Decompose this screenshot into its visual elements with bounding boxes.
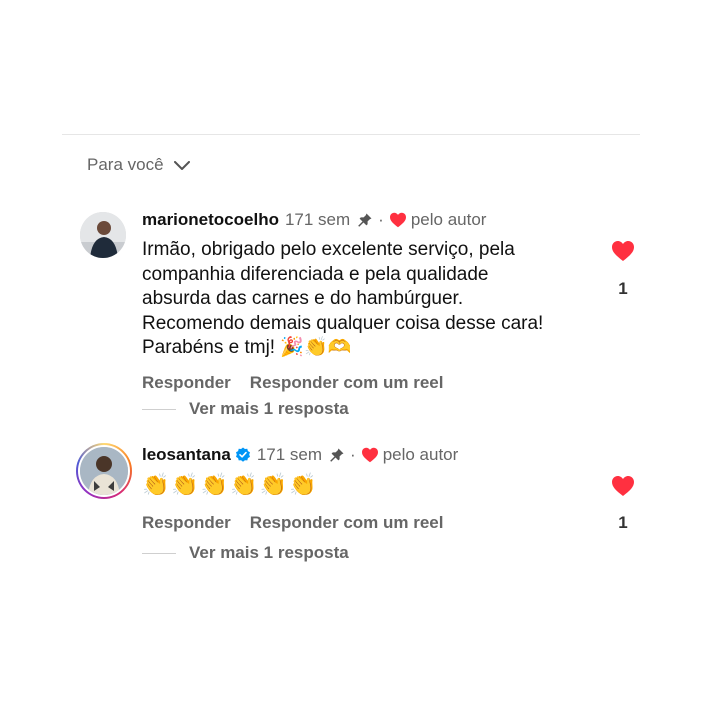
avatar-image	[80, 212, 126, 258]
filter-label: Para você	[87, 155, 164, 174]
verified-badge-icon	[235, 447, 250, 462]
pin-icon	[358, 213, 372, 227]
comment-sort-filter[interactable]: Para você	[87, 155, 190, 175]
pin-icon	[330, 448, 344, 462]
comment-header: leosantana 171 sem · pelo autor	[142, 445, 458, 465]
heart-icon[interactable]	[611, 475, 635, 497]
liked-by-author-label: pelo autor	[382, 445, 459, 464]
separator-dot: ·	[350, 445, 356, 464]
comment-time: 171 sem	[256, 445, 323, 464]
avatar[interactable]	[80, 212, 126, 258]
reply-button[interactable]: Responder	[142, 513, 231, 533]
comment-time: 171 sem	[284, 210, 351, 229]
comment-header: marionetocoelho 171 sem · pelo autor	[142, 210, 486, 230]
heart-icon	[389, 212, 406, 228]
view-replies-button[interactable]: Ver mais 1 resposta	[142, 543, 349, 563]
like-count: 1	[618, 513, 628, 532]
separator-dot: ·	[378, 210, 384, 229]
view-replies-label: Ver mais 1 resposta	[189, 399, 349, 418]
heart-icon[interactable]	[611, 240, 635, 262]
comment-text: Irmão, obrigado pelo excelente serviço, …	[142, 239, 544, 358]
chevron-down-icon	[173, 161, 190, 170]
top-divider	[62, 134, 640, 135]
liked-by-author-label: pelo autor	[410, 210, 487, 229]
username[interactable]: marionetocoelho	[142, 210, 279, 230]
reply-with-reel-button[interactable]: Responder com um reel	[250, 513, 444, 533]
like-count: 1	[618, 279, 628, 298]
comment-actions: Responder Responder com um reel	[142, 513, 443, 533]
replies-line	[142, 408, 176, 410]
view-replies-button[interactable]: Ver mais 1 resposta	[142, 399, 349, 419]
username[interactable]: leosantana	[142, 445, 231, 465]
reply-with-reel-button[interactable]: Responder com um reel	[250, 373, 444, 393]
comment-text: 👏👏👏👏👏👏	[142, 473, 319, 498]
view-replies-label: Ver mais 1 resposta	[189, 543, 349, 562]
comment-actions: Responder Responder com um reel	[142, 373, 443, 393]
avatar-image	[78, 445, 130, 497]
heart-icon	[361, 447, 378, 463]
reply-button[interactable]: Responder	[142, 373, 231, 393]
avatar[interactable]	[76, 443, 132, 499]
replies-line	[142, 552, 176, 554]
